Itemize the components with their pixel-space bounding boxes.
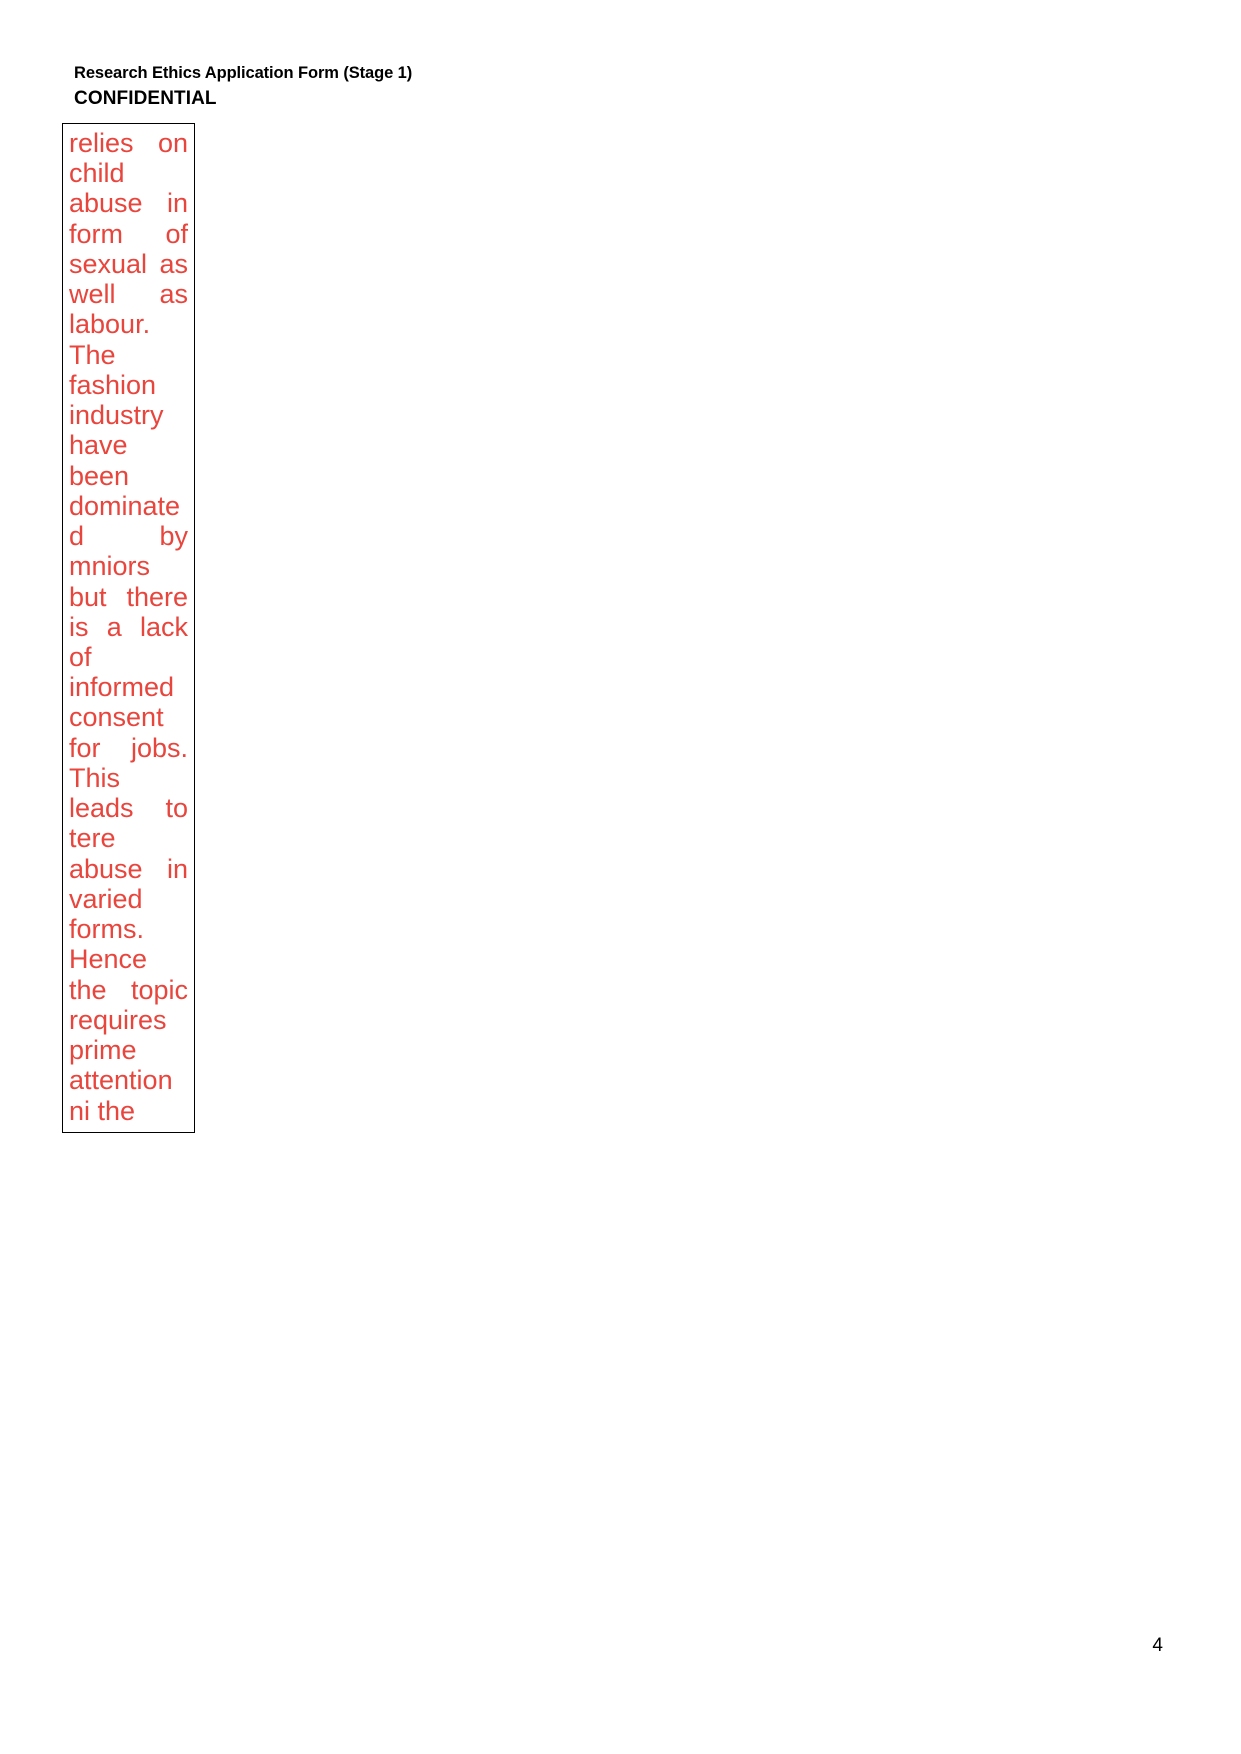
- answer-table: relies on child abuse in form of sexual …: [62, 123, 195, 1133]
- table-row: relies on child abuse in form of sexual …: [62, 123, 195, 1133]
- page-number: 4: [1152, 1635, 1163, 1656]
- header-form-title: Research Ethics Application Form (Stage …: [74, 64, 413, 82]
- answer-table-cell[interactable]: relies on child abuse in form of sexual …: [62, 123, 195, 1133]
- answer-text: relies on child abuse in form of sexual …: [69, 128, 188, 1126]
- document-header: Research Ethics Application Form (Stage …: [74, 62, 1074, 111]
- header-confidential-label: CONFIDENTIAL: [74, 88, 217, 110]
- document-page: Research Ethics Application Form (Stage …: [0, 0, 1241, 1754]
